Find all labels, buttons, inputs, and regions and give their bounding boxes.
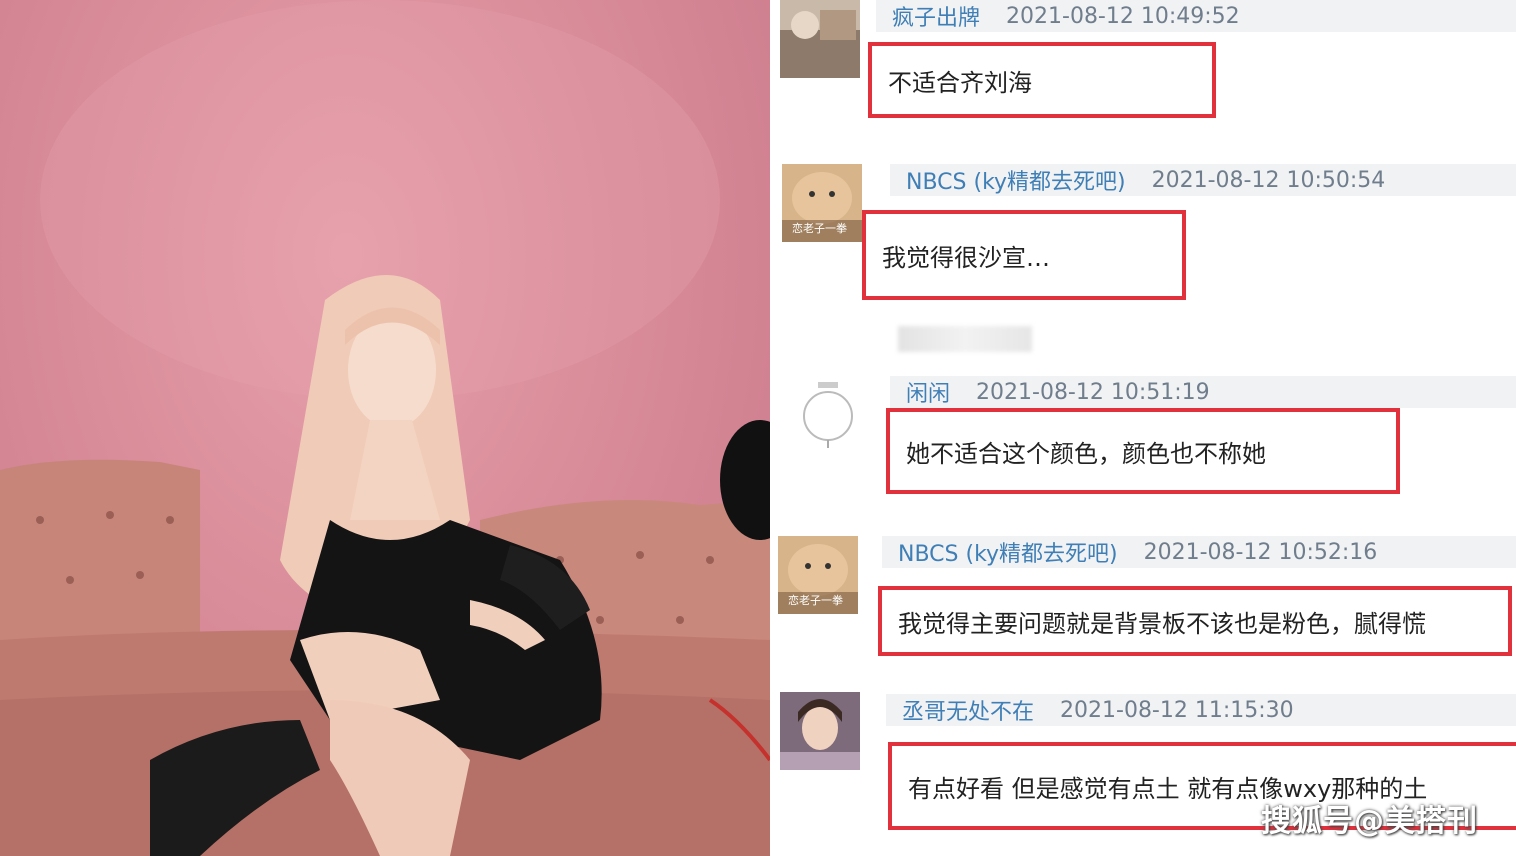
watermark: 搜狐号@美搭刊 xyxy=(1261,804,1478,839)
comment-meta: NBCS (ky精都去死吧) 2021-08-12 10:50:54 xyxy=(890,164,1516,196)
comment-text: 她不适合这个颜色，颜色也不称她 xyxy=(906,439,1266,468)
comment-timestamp: 2021-08-12 10:52:16 xyxy=(1143,539,1378,565)
comment-username[interactable]: 丞哥无处不在 xyxy=(902,694,1034,726)
girl-photo-avatar[interactable] xyxy=(780,692,860,770)
comment-text-highlight: 我觉得主要问题就是背景板不该也是粉色，腻得慌 xyxy=(878,586,1512,656)
comment-meta: 闲闲 2021-08-12 10:51:19 xyxy=(890,376,1516,408)
comment-username[interactable]: 闲闲 xyxy=(906,376,950,408)
comment-text-highlight: 我觉得很沙宣… xyxy=(862,210,1186,300)
comment-meta: NBCS (ky精都去死吧) 2021-08-12 10:52:16 xyxy=(882,536,1516,568)
comment-timestamp: 2021-08-12 10:49:52 xyxy=(1006,3,1240,29)
sketch-circle-avatar[interactable] xyxy=(788,376,868,454)
cat-meme-avatar[interactable]: 恋老子一拳 xyxy=(782,164,862,242)
cat-meme-avatar[interactable]: 恋老子一拳 xyxy=(778,536,858,614)
photo-panel xyxy=(0,0,770,856)
comment-timestamp: 2021-08-12 10:50:54 xyxy=(1151,167,1386,193)
avatar-caption: 恋老子一拳 xyxy=(788,594,843,607)
car-photo-avatar[interactable] xyxy=(780,0,860,78)
comment-username[interactable]: NBCS (ky精都去死吧) xyxy=(906,164,1126,196)
photo-illustration xyxy=(0,0,770,856)
comment-timestamp: 2021-08-12 11:15:30 xyxy=(1060,697,1294,723)
comment-text-highlight: 不适合齐刘海 xyxy=(868,42,1216,118)
panel-divider xyxy=(770,0,778,856)
comment-meta: 丞哥无处不在 2021-08-12 11:15:30 xyxy=(886,694,1516,726)
comment-panel: 疯子出牌 2021-08-12 10:49:52 不适合齐刘海 恋老子一拳 NB… xyxy=(778,0,1516,856)
blurred-username xyxy=(898,326,1032,352)
comment-text: 我觉得主要问题就是背景板不该也是粉色，腻得慌 xyxy=(898,609,1426,638)
comment-username[interactable]: NBCS (ky精都去死吧) xyxy=(898,536,1118,568)
comment-username[interactable]: 疯子出牌 xyxy=(892,0,980,32)
comment-text: 不适合齐刘海 xyxy=(888,68,1032,97)
comment-text: 我觉得很沙宣… xyxy=(882,243,1050,272)
avatar-caption: 恋老子一拳 xyxy=(792,222,847,235)
comment-text-highlight: 她不适合这个颜色，颜色也不称她 xyxy=(886,408,1400,494)
comment-timestamp: 2021-08-12 10:51:19 xyxy=(976,379,1210,405)
comment-meta: 疯子出牌 2021-08-12 10:49:52 xyxy=(876,0,1516,32)
